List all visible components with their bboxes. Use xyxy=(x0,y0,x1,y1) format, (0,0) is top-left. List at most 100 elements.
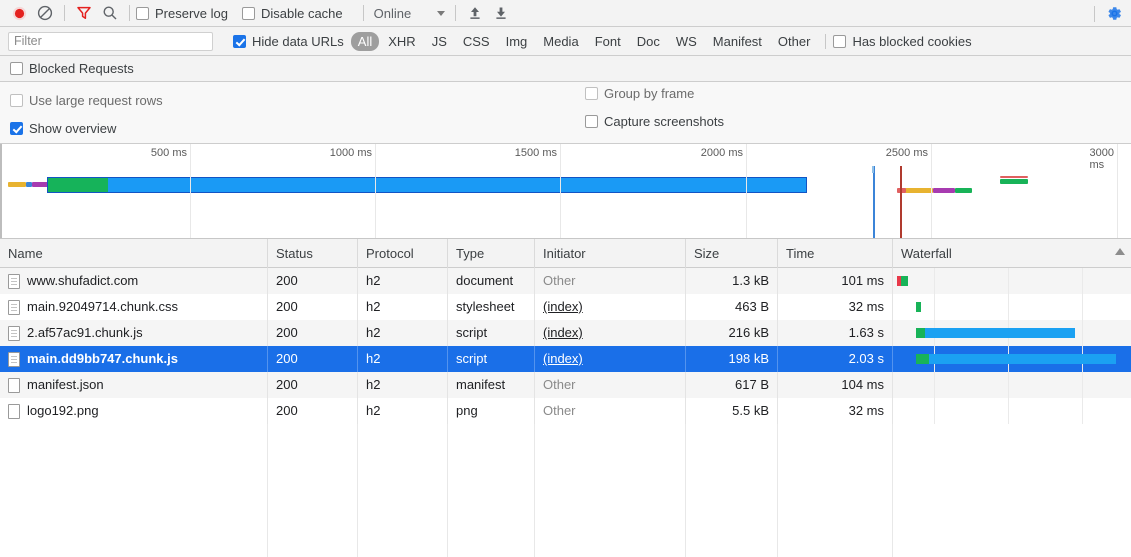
cell-protocol: h2 xyxy=(358,294,448,320)
table-row[interactable]: manifest.json 200 h2 manifest Other 617 B 104 … xyxy=(0,372,1131,398)
empty-column-waterfall xyxy=(893,424,1131,557)
waterfall-gridline xyxy=(1082,398,1083,424)
settings-row-1: Use large request rows Group by frame xyxy=(10,86,1121,114)
type-filter-doc[interactable]: Doc xyxy=(630,32,667,51)
preserve-log-label: Preserve log xyxy=(155,5,228,21)
filter-divider xyxy=(825,33,827,49)
clear-button[interactable] xyxy=(32,1,58,25)
table-row[interactable]: main.92049714.chunk.css 200 h2 stylesheet (i… xyxy=(0,294,1131,320)
type-filter-img[interactable]: Img xyxy=(499,32,535,51)
type-filter-css[interactable]: CSS xyxy=(456,32,497,51)
waterfall-bar-segment xyxy=(925,328,1075,338)
initiator-text: Other xyxy=(543,273,576,288)
devtools-network-panel: Preserve log Disable cache Online Filter… xyxy=(0,0,1131,557)
import-har-button[interactable] xyxy=(462,1,488,25)
overview-main-bar xyxy=(47,177,807,193)
cell-initiator[interactable]: (index) xyxy=(535,346,686,372)
cell-type: document xyxy=(448,268,535,294)
column-header-size[interactable]: Size xyxy=(686,239,778,268)
preserve-log-checkbox[interactable]: Preserve log xyxy=(136,6,228,21)
overview-waterfall xyxy=(0,166,1131,238)
table-row[interactable]: logo192.png 200 h2 png Other 5.5 kB 32 ms xyxy=(0,398,1131,424)
blocked-requests-label: Blocked Requests xyxy=(29,61,134,76)
overview-gridline xyxy=(190,144,191,238)
cell-size: 463 B xyxy=(686,294,778,320)
settings-row-2: Show overview Capture screenshots xyxy=(10,114,1121,142)
overview-gridline xyxy=(1117,144,1118,238)
overview-late-bar-4 xyxy=(1000,179,1028,184)
table-row[interactable]: 2.af57ac91.chunk.js 200 h2 script (index) 216… xyxy=(0,320,1131,346)
column-header-waterfall[interactable]: Waterfall xyxy=(893,239,1131,268)
group-by-frame-checkbox[interactable]: Group by frame xyxy=(585,86,694,101)
cell-initiator[interactable]: (index) xyxy=(535,320,686,346)
network-overview[interactable]: 500 ms 1000 ms 1500 ms 2000 ms 2500 ms 3000 m… xyxy=(0,144,1131,239)
waterfall-bar-segment xyxy=(901,276,908,286)
column-header-status[interactable]: Status xyxy=(268,239,358,268)
waterfall-gridline xyxy=(1008,268,1009,294)
filter-toggle-button[interactable] xyxy=(71,1,97,25)
has-blocked-cookies-checkbox[interactable]: Has blocked cookies xyxy=(833,34,972,49)
hide-data-urls-checkbox[interactable]: Hide data URLs xyxy=(233,34,344,49)
waterfall-gridline xyxy=(1008,398,1009,424)
overview-late-bar-1 xyxy=(905,188,933,193)
cell-waterfall xyxy=(893,320,1131,346)
cell-status: 200 xyxy=(268,346,358,372)
cell-status: 200 xyxy=(268,372,358,398)
initiator-link[interactable]: (index) xyxy=(543,351,583,366)
column-header-time[interactable]: Time xyxy=(778,239,893,268)
network-toolbar: Preserve log Disable cache Online xyxy=(0,0,1131,27)
blocked-requests-checkbox[interactable]: Blocked Requests xyxy=(10,61,134,76)
type-filter-js[interactable]: JS xyxy=(425,32,454,51)
cell-size: 5.5 kB xyxy=(686,398,778,424)
waterfall-gridline xyxy=(1082,372,1083,398)
column-header-initiator[interactable]: Initiator xyxy=(535,239,686,268)
cell-type: script xyxy=(448,320,535,346)
cell-name: logo192.png xyxy=(0,398,268,424)
cell-time: 1.63 s xyxy=(778,320,893,346)
file-document-icon xyxy=(8,325,20,341)
type-filter-font[interactable]: Font xyxy=(588,32,628,51)
show-overview-checkbox[interactable]: Show overview xyxy=(10,121,116,136)
export-har-button[interactable] xyxy=(488,1,514,25)
record-button[interactable] xyxy=(6,1,32,25)
request-name-label: www.shufadict.com xyxy=(27,273,139,288)
column-header-protocol[interactable]: Protocol xyxy=(358,239,448,268)
table-row[interactable]: www.shufadict.com 200 h2 document Other 1.3 k… xyxy=(0,268,1131,294)
cell-waterfall xyxy=(893,294,1131,320)
record-circle-icon xyxy=(12,6,26,20)
cell-waterfall xyxy=(893,346,1131,372)
use-large-request-rows-label: Use large request rows xyxy=(29,92,163,108)
search-input[interactable] xyxy=(8,31,213,51)
search-button[interactable] xyxy=(97,1,123,25)
upload-har-icon xyxy=(470,7,480,19)
type-filter-xhr[interactable]: XHR xyxy=(381,32,422,51)
overview-tick-label: 2000 ms xyxy=(700,147,743,159)
overview-main-bar-green-segment xyxy=(48,178,108,192)
toolbar-divider-3 xyxy=(362,5,364,21)
initiator-link[interactable]: (index) xyxy=(543,299,583,314)
use-large-request-rows-checkbox[interactable]: Use large request rows xyxy=(10,93,163,108)
cell-type: png xyxy=(448,398,535,424)
type-filter-all[interactable]: All xyxy=(350,31,380,51)
waterfall-gridline xyxy=(934,294,935,320)
gear-settings-icon xyxy=(1108,7,1121,20)
empty-column-time xyxy=(778,424,893,557)
file-document-icon xyxy=(8,377,20,393)
initiator-link[interactable]: (index) xyxy=(543,325,583,340)
type-filter-manifest[interactable]: Manifest xyxy=(706,32,769,51)
capture-screenshots-checkbox[interactable]: Capture screenshots xyxy=(585,114,724,129)
column-header-type[interactable]: Type xyxy=(448,239,535,268)
column-header-name[interactable]: Name xyxy=(0,239,268,268)
type-filter-other[interactable]: Other xyxy=(771,32,818,51)
throttling-dropdown[interactable]: Online xyxy=(370,6,450,21)
overview-gridline xyxy=(746,144,747,238)
cell-initiator[interactable]: (index) xyxy=(535,294,686,320)
throttling-value: Online xyxy=(373,5,412,21)
overview-gridline xyxy=(375,144,376,238)
table-row[interactable]: main.dd9bb747.chunk.js 200 h2 script (index)… xyxy=(0,346,1131,372)
type-filter-media[interactable]: Media xyxy=(536,32,585,51)
settings-button[interactable] xyxy=(1101,2,1127,26)
type-filter-ws[interactable]: WS xyxy=(669,32,704,51)
show-overview-checkbox-box xyxy=(10,121,23,135)
disable-cache-checkbox[interactable]: Disable cache xyxy=(241,6,343,21)
